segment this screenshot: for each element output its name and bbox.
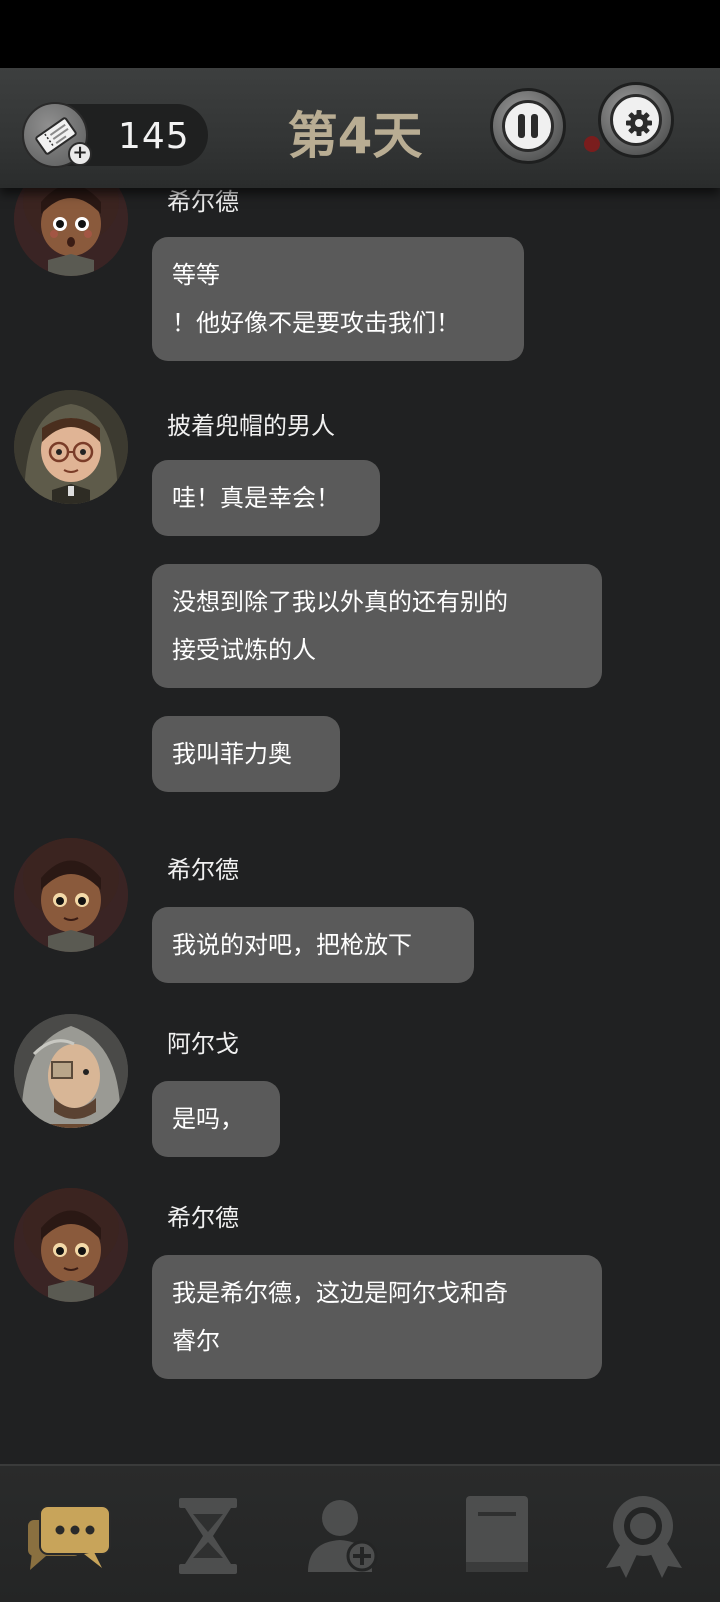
- chat-log[interactable]: 希尔德 等等 ！他好像不是要攻击我们！ 披着兜帽的男人 哇！真是幸会！ 没想到除…: [0, 188, 720, 1464]
- speaker-name: 披着兜帽的男人: [167, 412, 335, 440]
- message-line: 没想到除了我以外真的还有别的: [172, 588, 508, 616]
- settings-button[interactable]: [598, 82, 674, 158]
- blood-splat-decoration: [584, 136, 600, 152]
- day-title: 第4天: [287, 107, 423, 165]
- ticket-count: 145: [118, 116, 190, 157]
- add-ticket-icon[interactable]: +: [68, 142, 92, 166]
- gear-icon: [610, 94, 662, 146]
- speaker-name: 希尔德: [167, 1204, 239, 1232]
- message-bubble: 没想到除了我以外真的还有别的 接受试炼的人: [152, 564, 602, 688]
- ticket-counter[interactable]: + 145: [22, 102, 208, 168]
- speaker-name: 希尔德: [167, 856, 239, 884]
- bottom-nav: [0, 1464, 720, 1602]
- message-line: 接受试炼的人: [172, 636, 316, 664]
- avatar-hilde[interactable]: [14, 188, 128, 276]
- message-bubble: 我叫菲力奥: [152, 716, 340, 792]
- nav-chat[interactable]: [24, 1492, 114, 1582]
- pause-icon: [502, 100, 554, 152]
- nav-time[interactable]: [165, 1492, 255, 1582]
- speaker-name: 希尔德: [167, 188, 239, 216]
- book-icon: [466, 1496, 528, 1572]
- message-line: ！他好像不是要攻击我们！: [172, 309, 460, 337]
- message-line: 是吗，: [172, 1105, 244, 1133]
- add-contact-icon: [308, 1500, 378, 1572]
- nav-achievements[interactable]: [598, 1492, 688, 1582]
- message-line: 我是希尔德，这边是阿尔戈和奇: [172, 1279, 508, 1307]
- nav-add-contact[interactable]: [300, 1492, 390, 1582]
- speaker-name: 阿尔戈: [167, 1030, 239, 1058]
- nav-journal[interactable]: [452, 1492, 542, 1582]
- award-icon: [606, 1496, 682, 1578]
- hourglass-icon: [179, 1498, 237, 1574]
- message-bubble: 我是希尔德，这边是阿尔戈和奇 睿尔: [152, 1255, 602, 1379]
- avatar-hooded-man[interactable]: [14, 390, 128, 504]
- status-bar: [0, 0, 720, 68]
- top-bar: + 145 第4天: [0, 68, 720, 188]
- avatar-argo[interactable]: [14, 1014, 128, 1128]
- pause-button[interactable]: [490, 88, 566, 164]
- avatar-hilde[interactable]: [14, 1188, 128, 1302]
- message-bubble: 我说的对吧，把枪放下: [152, 907, 474, 983]
- message-line: 我叫菲力奥: [172, 740, 292, 768]
- message-bubble: 等等 ！他好像不是要攻击我们！: [152, 237, 524, 361]
- avatar-hilde[interactable]: [14, 838, 128, 952]
- chat-icon: [28, 1505, 111, 1570]
- message-line: 我说的对吧，把枪放下: [172, 931, 412, 959]
- message-bubble: 哇！真是幸会！: [152, 460, 380, 536]
- message-line: 哇！真是幸会！: [172, 484, 340, 512]
- message-bubble: 是吗，: [152, 1081, 280, 1157]
- message-line: 等等: [172, 261, 220, 289]
- message-line: 睿尔: [172, 1327, 220, 1355]
